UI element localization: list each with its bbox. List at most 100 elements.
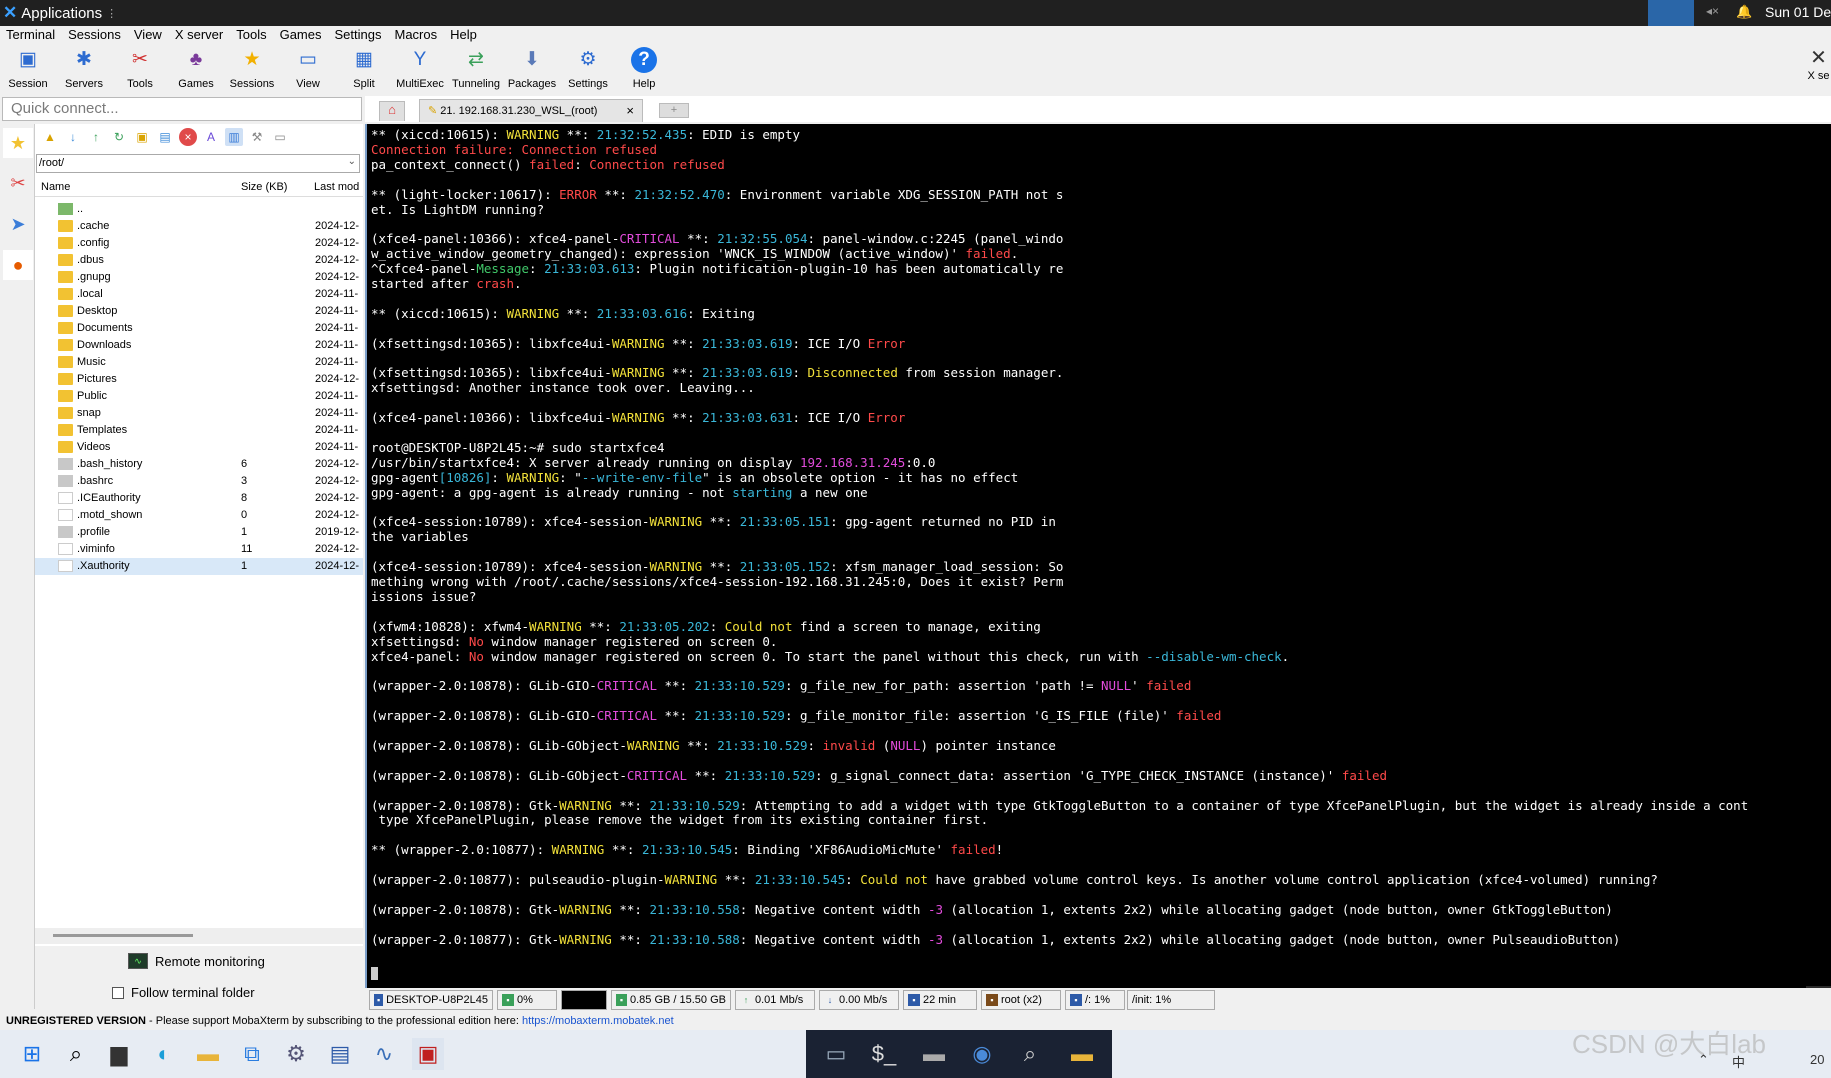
file-row[interactable]: .profile12019-12- [35,524,363,541]
file-row[interactable]: Templates2024-11- [35,422,363,439]
new-tab-button[interactable]: + [659,103,689,118]
notepad-icon[interactable]: ▤ [324,1038,356,1070]
file-row[interactable]: Music2024-11- [35,354,363,371]
sftp-icon[interactable]: ● [3,250,33,280]
menu-macros[interactable]: Macros [388,26,444,43]
file-row[interactable]: Videos2024-11- [35,439,363,456]
upload-icon[interactable]: ↑ [87,128,105,146]
terminal-view-icon[interactable]: ▭ [271,128,289,146]
xserver-toolbar-button[interactable]: ✕ X se [1806,45,1831,82]
sftp-horizontal-scrollbar[interactable] [35,928,363,944]
file-row[interactable]: .local2024-11- [35,286,363,303]
xserver-window-icon[interactable]: ▭ [814,1038,858,1070]
sftp-path-field[interactable]: /root/ ⌄ [36,154,360,173]
parent-folder-icon[interactable]: ▲ [41,128,59,146]
file-date: 2024-11- [315,339,358,351]
windows-start-icon[interactable]: ⊞ [16,1038,48,1070]
file-row[interactable]: .dbus2024-12- [35,252,363,269]
toolbar-view-button[interactable]: ▭View [280,45,336,90]
file-row[interactable]: .gnupg2024-12- [35,269,363,286]
file-row[interactable]: .viminfo112024-12- [35,541,363,558]
new-folder-icon[interactable]: ▣ [133,128,151,146]
menu-sessions[interactable]: Sessions [62,26,128,43]
file-row[interactable]: .Xauthority12024-12- [35,558,363,575]
new-file-icon[interactable]: ▤ [156,128,174,146]
toolbar-sessions-button[interactable]: ★Sessions [224,45,280,90]
tab-close-icon[interactable]: × [626,103,634,118]
toolbar-tunneling-button[interactable]: ⇄Tunneling [448,45,504,90]
file-row[interactable]: Downloads2024-11- [35,337,363,354]
menu-x-server[interactable]: X server [169,26,230,43]
file-row[interactable]: .ICEauthority82024-12- [35,490,363,507]
quick-connect-input[interactable]: Quick connect... [2,97,362,121]
column-name[interactable]: Name [41,181,70,193]
menu-view[interactable]: View [128,26,169,43]
web-browser-window-icon[interactable]: ◉ [966,1038,998,1070]
resource-monitor-icon[interactable]: ∿ [368,1038,400,1070]
menu-tools[interactable]: Tools [230,26,273,43]
task-view-icon[interactable]: ▆ [103,1038,135,1070]
menu-terminal[interactable]: Terminal [0,26,62,43]
mobaxterm-taskbar-icon[interactable]: ▣ [412,1038,444,1070]
notification-bell-icon[interactable]: 🔔 [1736,4,1752,20]
remote-monitoring-button[interactable]: ∿ Remote monitoring [128,953,265,969]
toolbar-packages-button[interactable]: ⬇Packages [504,45,560,90]
checkbox-icon[interactable] [112,987,124,999]
refresh-icon[interactable]: ↻ [110,128,128,146]
file-row[interactable]: .config2024-12- [35,235,363,252]
search-icon[interactable]: ⌕ [60,1038,92,1070]
toolbar-servers-button[interactable]: ✱Servers [56,45,112,90]
file-row[interactable]: .bash_history62024-12- [35,456,363,473]
tools-icon[interactable]: ✂ [3,168,33,198]
toolbar-split-button[interactable]: ▦Split [336,45,392,90]
tab-session-wsl[interactable]: ✎ 21. 192.168.31.230_WSL_(root) × [419,99,643,122]
menu-settings[interactable]: Settings [329,26,389,43]
mobaxterm-link[interactable]: https://mobaxterm.mobatek.net [522,1015,674,1027]
column-modified[interactable]: Last mod [314,181,359,193]
rename-icon[interactable]: A [202,128,220,146]
file-row[interactable]: .motd_shown02024-12- [35,507,363,524]
settings-gear-icon[interactable]: ⚙ [280,1038,312,1070]
file-row[interactable]: Documents2024-11- [35,320,363,337]
speaker-mute-icon[interactable]: ◂× [1706,4,1719,18]
file-row[interactable]: .. [35,201,363,218]
file-manager-window-icon[interactable]: ▬ [918,1038,950,1070]
follow-terminal-folder-checkbox[interactable]: Follow terminal folder [112,985,255,1000]
clock-date[interactable]: Sun 01 De [1765,4,1831,20]
file-row[interactable]: Pictures2024-12- [35,371,363,388]
column-view-icon[interactable]: ▥ [225,128,243,146]
file-explorer-icon[interactable]: ▬ [192,1038,224,1070]
file-row[interactable]: snap2024-11- [35,405,363,422]
terminal-text-span: ** (xiccd:10615): [371,127,506,142]
vscode-icon[interactable]: ⧉ [236,1038,268,1070]
delete-icon[interactable]: × [179,128,197,146]
edge-browser-icon[interactable]: ◐ [148,1038,180,1070]
home-tab-icon[interactable]: ⌂ [379,101,405,121]
file-row[interactable]: .bashrc32024-12- [35,473,363,490]
toolbar-multiexec-button[interactable]: YMultiExec [392,45,448,90]
file-row[interactable]: Desktop2024-11- [35,303,363,320]
file-row[interactable]: .cache2024-12- [35,218,363,235]
file-row[interactable]: Public2024-11- [35,388,363,405]
toolbar-session-button[interactable]: ▣Session [0,45,56,90]
toolbar-tools-button[interactable]: ✂Tools [112,45,168,90]
toolbar-games-button[interactable]: ♣Games [168,45,224,90]
applications-menu[interactable]: ✕ Applications ⋮ [0,3,117,23]
menu-help[interactable]: Help [444,26,484,43]
toolbar-settings-button[interactable]: ⚙Settings [560,45,616,90]
folder-window-icon[interactable]: ▬ [1066,1038,1098,1070]
column-size[interactable]: Size (KB) [241,181,287,193]
active-workspace-indicator[interactable] [1648,0,1694,26]
menu-games[interactable]: Games [274,26,329,43]
app-finder-window-icon[interactable]: ⌕ [1014,1038,1046,1070]
macros-icon[interactable]: ➤ [3,209,33,239]
scrollbar-thumb[interactable] [53,934,193,937]
terminal-window-icon[interactable]: $_ [868,1038,900,1070]
terminal-output[interactable]: ** (xiccd:10615): WARNING **: 21:32:52.4… [365,124,1831,988]
toolbar-help-button[interactable]: ?Help [616,45,672,90]
taskbar-clock[interactable]: 20 [1810,1052,1824,1067]
sessions-star-icon[interactable]: ★ [3,128,33,158]
download-icon[interactable]: ↓ [64,128,82,146]
permissions-icon[interactable]: ⚒ [248,128,266,146]
path-dropdown-icon[interactable]: ⌄ [348,156,356,167]
